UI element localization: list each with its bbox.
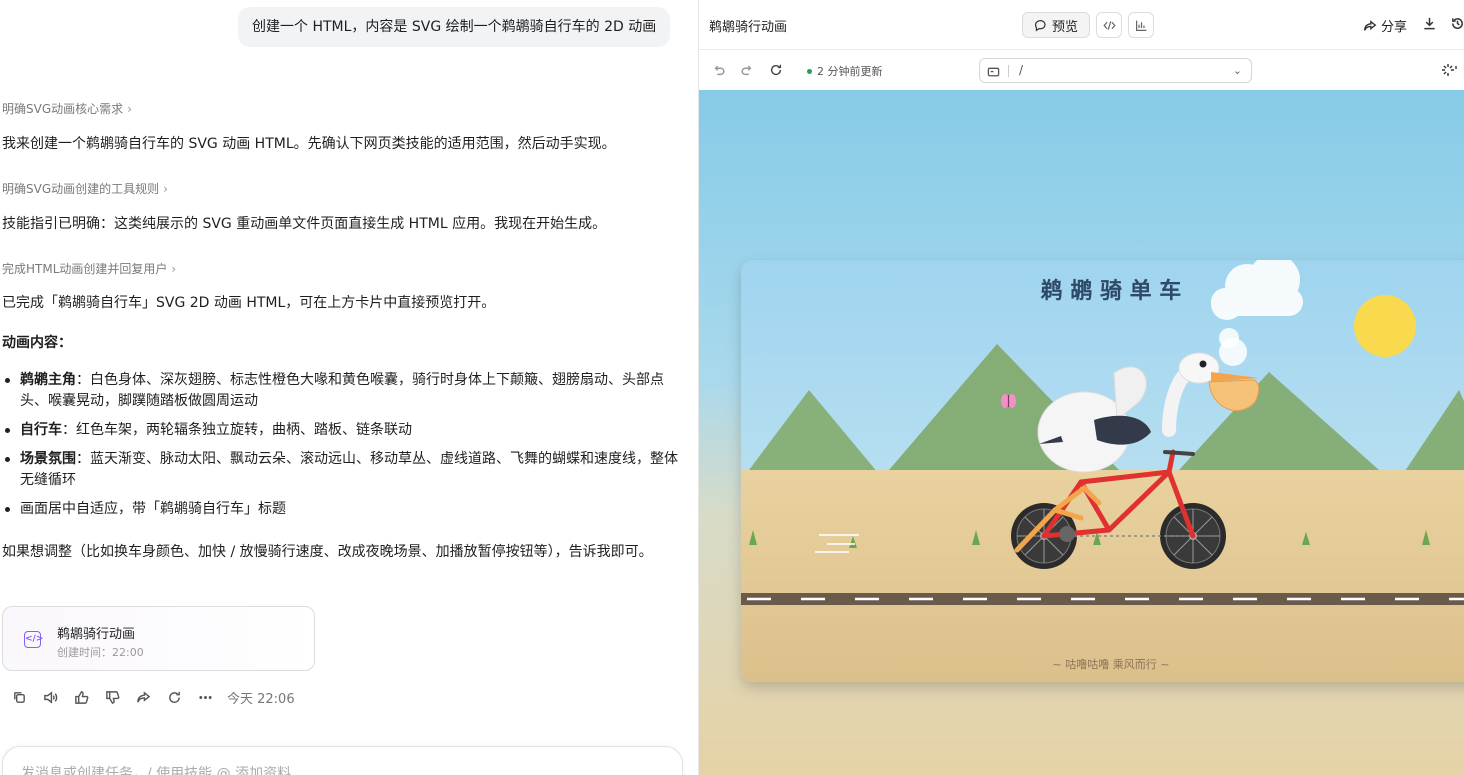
reload-icon[interactable]	[769, 62, 785, 78]
refresh-icon[interactable]	[159, 686, 190, 708]
url-selector[interactable]: / ⌄	[979, 58, 1252, 83]
item-bold: 鹈鹕主角	[20, 372, 76, 388]
preview-label: 预览	[1051, 19, 1078, 35]
thinking-step-2[interactable]: 明确SVG动画创建的工具规则 ›	[2, 180, 168, 197]
thumbs-up-icon[interactable]	[66, 686, 97, 708]
butterfly	[1001, 394, 1016, 408]
step-label: 明确SVG动画核心需求	[2, 102, 124, 116]
pelican-eye	[1199, 360, 1207, 368]
artifact-card[interactable]: </> 鹈鹕骑行动画 创建时间：22:00	[2, 606, 315, 671]
item-text: ：红色车架，两轮辐条独立旋转，曲柄、踏板、链条联动	[62, 422, 412, 438]
assistant-paragraph-1: 我来创建一个鹈鹕骑自行车的 SVG 动画 HTML。先确认下网页类技能的适用范围…	[2, 136, 616, 152]
item-text: 画面居中自适应，带「鹈鹕骑自行车」标题	[20, 501, 286, 517]
item-text: ：蓝天渐变、脉动太阳、飘动云朵、滚动远山、移动草丛、虚线道路、飞舞的蝴蝶和速度线…	[20, 451, 678, 488]
download-icon[interactable]	[1422, 16, 1438, 32]
thinking-step-3[interactable]: 完成HTML动画创建并回复用户 ›	[2, 260, 176, 277]
sparkle-icon[interactable]	[1440, 62, 1460, 78]
card-title: 鹈鹕骑行动画	[57, 627, 136, 642]
handlebar	[1163, 450, 1195, 456]
share-label: 分享	[1381, 20, 1408, 35]
assistant-paragraph-4: 如果想调整（比如换车身颜色、加快 / 放慢骑行速度、改成夜晚场景、加播放暂停按钮…	[2, 544, 653, 560]
chevron-right-icon: ›	[163, 181, 168, 196]
list-item: 自行车：红色车架，两轮辐条独立旋转，曲柄、踏板、链条联动	[2, 420, 682, 441]
content-list: 鹈鹕主角：白色身体、深灰翅膀、标志性橙色大喙和黄色喉囊，骑行时身体上下颠簸、翅膀…	[2, 370, 682, 528]
url-text: /	[1019, 63, 1024, 77]
copy-icon[interactable]	[4, 686, 35, 708]
user-message: 创建一个 HTML，内容是 SVG 绘制一个鹈鹕骑自行车的 2D 动画	[238, 7, 671, 47]
preview-panel: 鹈鹕骑行动画 预览 分享 2 分钟前更新 / ⌄ 鹈 鹕 骑 单 车 ~ 咕噜咕…	[698, 0, 1464, 775]
share-button[interactable]: 分享	[1363, 16, 1407, 35]
page-icon	[987, 64, 1000, 77]
step-label: 完成HTML动画创建并回复用户	[2, 262, 168, 276]
share-icon	[1364, 19, 1377, 31]
update-status: 2 分钟前更新	[807, 63, 883, 79]
message-actions: 今天 22:06	[4, 686, 295, 708]
chevron-down-icon: ⌄	[1232, 64, 1242, 77]
list-item: 场景氛围：蓝天渐变、脉动太阳、飘动云朵、滚动远山、移动草丛、虚线道路、飞舞的蝴蝶…	[2, 449, 682, 491]
thinking-step-1[interactable]: 明确SVG动画核心需求 ›	[2, 100, 132, 117]
assistant-paragraph-3: 已完成「鹈鹕骑自行车」SVG 2D 动画 HTML，可在上方卡片中直接预览打开。	[2, 295, 496, 311]
chart-icon	[1135, 20, 1146, 31]
preview-viewport: 鹈 鹕 骑 单 车 ~ 咕噜咕噜 乘风而行 ~	[699, 90, 1464, 775]
ground	[741, 470, 1464, 682]
list-item: 鹈鹕主角：白色身体、深灰翅膀、标志性橙色大喙和黄色喉囊，骑行时身体上下颠簸、翅膀…	[2, 370, 682, 412]
code-file-icon: </>	[24, 631, 43, 648]
preview-icon	[1034, 19, 1046, 32]
preview-toolbar: 2 分钟前更新 / ⌄	[699, 50, 1464, 90]
status-text: 2 分钟前更新	[817, 65, 883, 78]
card-subtitle: 创建时间：22:00	[57, 646, 144, 659]
preview-button[interactable]: 预览	[1022, 12, 1090, 38]
status-dot	[807, 68, 812, 74]
more-icon[interactable]	[190, 686, 221, 708]
content-heading: 动画内容：	[2, 335, 72, 351]
undo-icon[interactable]	[712, 62, 728, 78]
app-root: 创建一个 HTML，内容是 SVG 绘制一个鹈鹕骑自行车的 2D 动画 明确SV…	[0, 0, 1464, 775]
item-text: ：白色身体、深灰翅膀、标志性橙色大喙和黄色喉囊，骑行时身体上下颠簸、翅膀扇动、头…	[20, 372, 664, 409]
scene-title: 鹈 鹕 骑 单 车	[1040, 278, 1182, 304]
url-divider	[1008, 65, 1009, 77]
thumbs-down-icon[interactable]	[97, 686, 128, 708]
scene-caption: ~ 咕噜咕噜 乘风而行 ~	[1053, 657, 1170, 671]
chevron-right-icon: ›	[171, 261, 177, 276]
animation-scene: 鹈 鹕 骑 单 车 ~ 咕噜咕噜 乘风而行 ~	[741, 260, 1464, 682]
history-icon[interactable]	[1450, 16, 1464, 32]
item-bold: 自行车	[20, 422, 62, 438]
speaker-icon[interactable]	[35, 686, 66, 708]
code-view-button[interactable]	[1096, 12, 1122, 38]
message-input[interactable]: 发消息或创建任务，/ 使用技能 @ 添加资料	[2, 746, 683, 775]
stats-button[interactable]	[1128, 12, 1154, 38]
list-item: 画面居中自适应，带「鹈鹕骑自行车」标题	[2, 499, 682, 520]
preview-header: 鹈鹕骑行动画 预览 分享	[699, 0, 1464, 50]
crank	[1059, 526, 1075, 542]
cloud-puff	[1219, 328, 1239, 348]
input-placeholder: 发消息或创建任务，/ 使用技能 @ 添加资料	[21, 766, 292, 775]
share-icon[interactable]	[128, 686, 159, 708]
chevron-right-icon: ›	[127, 101, 132, 116]
redo-icon[interactable]	[740, 62, 756, 78]
preview-title: 鹈鹕骑行动画	[709, 20, 788, 35]
code-icon	[1102, 20, 1116, 30]
item-bold: 场景氛围	[20, 451, 76, 467]
message-timestamp: 今天 22:06	[227, 691, 295, 707]
chat-panel: 创建一个 HTML，内容是 SVG 绘制一个鹈鹕骑自行车的 2D 动画 明确SV…	[0, 0, 698, 775]
sun	[1354, 295, 1416, 357]
step-label: 明确SVG动画创建的工具规则	[2, 182, 160, 196]
assistant-paragraph-2: 技能指引已明确：这类纯展示的 SVG 重动画单文件页面直接生成 HTML 应用。…	[2, 216, 607, 232]
